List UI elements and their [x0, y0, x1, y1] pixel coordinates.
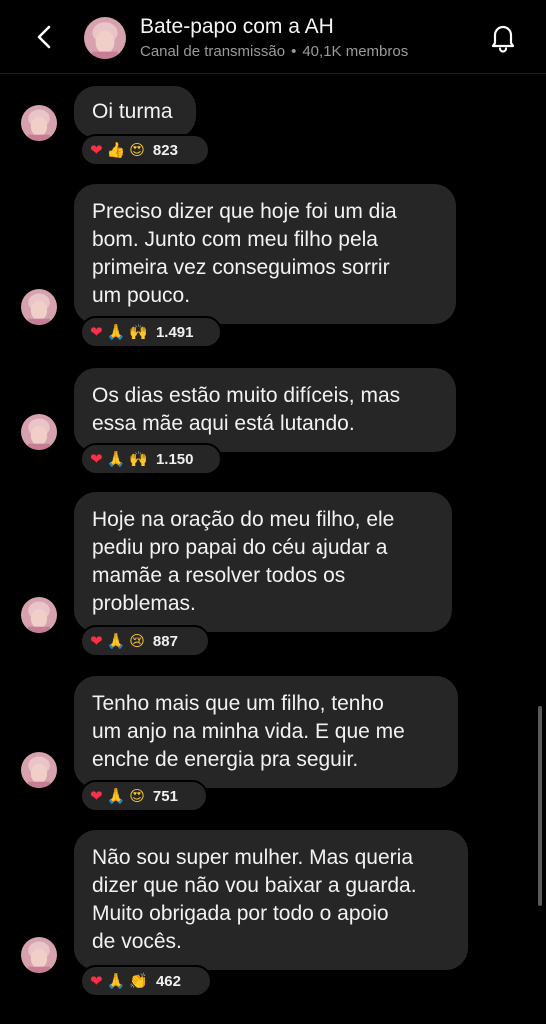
back-chevron-icon[interactable] [30, 22, 60, 52]
reaction-count: 1.491 [155, 323, 194, 341]
heart-icon: ❤ [90, 449, 103, 468]
reaction-bar[interactable]: ❤ 🙏 😢 887 [80, 625, 210, 657]
message-text-line: bom. Junto com meu filho pela [92, 228, 378, 251]
message-text-line: problemas. [92, 592, 196, 615]
praying-hands-icon: 🙏 [106, 631, 126, 650]
reaction-count: 1.150 [155, 450, 194, 468]
raised-hands-icon: 🙌 [129, 449, 148, 468]
reaction-bar[interactable]: ❤ 👍 😍 823 [80, 134, 210, 166]
message-bubble[interactable]: Não sou super mulher. Mas queria dizer qu… [74, 830, 468, 970]
reaction-bar[interactable]: ❤ 🙏 🙌 1.491 [80, 316, 222, 348]
reaction-count: 887 [152, 632, 178, 650]
sender-avatar[interactable] [21, 105, 57, 141]
praying-hands-icon: 🙏 [106, 971, 126, 990]
praying-hands-icon: 🙏 [106, 449, 126, 468]
scrollbar[interactable] [538, 706, 542, 906]
praying-hands-icon: 🙏 [106, 322, 126, 341]
message-text-line: mamãe a resolver todos os [92, 564, 346, 587]
message-text-line: enche de energia pra seguir. [92, 748, 359, 771]
message-text-line: Oi turma [92, 100, 173, 123]
crying-face-icon: 😢 [129, 631, 145, 650]
heart-icon: ❤ [90, 971, 103, 990]
message-bubble[interactable]: Oi turma [74, 86, 196, 138]
reaction-bar[interactable]: ❤ 🙏 🙌 1.150 [80, 443, 222, 475]
reaction-count: 462 [155, 972, 181, 990]
heart-icon: ❤ [90, 140, 103, 159]
sender-avatar[interactable] [21, 289, 57, 325]
message-text-line: Muito obrigada por todo o apoio [92, 902, 389, 925]
clapping-hands-icon: 👏 [129, 971, 148, 990]
channel-title[interactable]: Bate-papo com a AH [140, 15, 334, 39]
message-text-line: primeira vez conseguimos sorrir [92, 256, 390, 279]
sender-avatar[interactable] [21, 597, 57, 633]
heart-icon: ❤ [90, 322, 103, 341]
message-bubble[interactable]: Os dias estão muito difíceis, mas essa mã… [74, 368, 456, 452]
reaction-bar[interactable]: ❤ 🙏 👏 462 [80, 965, 212, 997]
message-text-line: Os dias estão muito difíceis, mas [92, 384, 401, 407]
heart-eyes-icon: 😍 [129, 140, 145, 159]
message-text-line: de vocês. [92, 930, 182, 953]
message-text-line: Não sou super mulher. Mas queria [92, 846, 413, 869]
message-text-line: Tenho mais que um filho, tenho [92, 692, 384, 715]
message-text-line: dizer que não vou baixar a guarda. [92, 874, 417, 897]
reaction-count: 823 [152, 141, 178, 159]
message-text-line: Preciso dizer que hoje foi um dia [92, 200, 397, 223]
reaction-count: 751 [152, 787, 178, 805]
bell-icon[interactable] [486, 20, 520, 54]
sender-avatar[interactable] [21, 414, 57, 450]
channel-subtitle: Canal de transmissão • 40,1K membros [140, 43, 408, 60]
raised-hands-icon: 🙌 [129, 322, 148, 341]
chat-header: Bate-papo com a AH Canal de transmissão •… [0, 0, 546, 74]
heart-eyes-icon: 😍 [129, 786, 145, 805]
message-bubble[interactable]: Hoje na oração do meu filho, ele pediu pr… [74, 492, 452, 632]
message-text-line: pediu pro papai do céu ajudar a [92, 536, 388, 559]
member-count: 40,1K membros [302, 43, 409, 60]
heart-icon: ❤ [90, 786, 103, 805]
message-bubble[interactable]: Tenho mais que um filho, tenho um anjo na… [74, 676, 458, 788]
sender-avatar[interactable] [21, 752, 57, 788]
message-bubble[interactable]: Preciso dizer que hoje foi um dia bom. Ju… [74, 184, 456, 324]
thumbs-up-icon: 👍 [106, 140, 126, 159]
message-text-line: um anjo na minha vida. E que me [92, 720, 405, 743]
heart-icon: ❤ [90, 631, 103, 650]
praying-hands-icon: 🙏 [106, 786, 126, 805]
subtitle-separator: • [291, 43, 297, 60]
reaction-bar[interactable]: ❤ 🙏 😍 751 [80, 780, 208, 812]
message-text-line: um pouco. [92, 284, 191, 307]
channel-avatar[interactable] [84, 17, 126, 59]
sender-avatar[interactable] [21, 937, 57, 973]
message-text-line: essa mãe aqui está lutando. [92, 412, 355, 435]
message-text-line: Hoje na oração do meu filho, ele [92, 508, 395, 531]
channel-type: Canal de transmissão [140, 43, 286, 60]
